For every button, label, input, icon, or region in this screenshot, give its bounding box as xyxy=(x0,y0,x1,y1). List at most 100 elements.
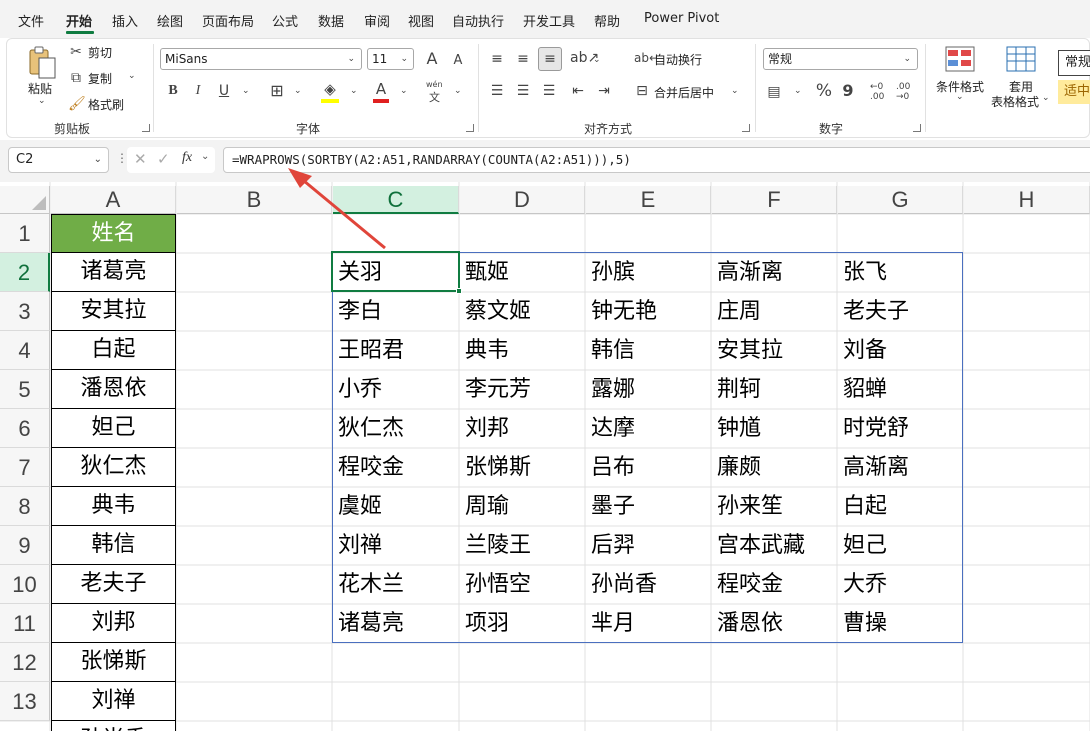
formula-input[interactable]: =WRAPROWS(SORTBY(A2:A51,RANDARRAY(COUNTA… xyxy=(223,147,1090,173)
align-top-icon[interactable]: ≡ xyxy=(488,50,506,68)
number-format-select[interactable]: 常规 ⌄ xyxy=(763,48,918,70)
align-middle-icon[interactable]: ≡ xyxy=(514,50,532,68)
row-header-6[interactable]: 6 xyxy=(0,409,50,448)
menu-tab-1[interactable]: 开始 xyxy=(66,11,92,30)
name-cell[interactable]: 潘恩依 xyxy=(51,370,176,409)
align-center-icon[interactable]: ☰ xyxy=(514,82,532,100)
row-header-5[interactable]: 5 xyxy=(0,370,50,409)
conditional-formatting-button[interactable]: 条件格式 ⌄ xyxy=(932,46,988,106)
spill-cell[interactable]: 貂蝉 xyxy=(837,370,963,409)
menu-tab-10[interactable]: 开发工具 xyxy=(523,11,575,30)
column-header-h[interactable]: H xyxy=(964,186,1090,214)
spill-cell[interactable]: 项羽 xyxy=(459,604,585,643)
row-header-10[interactable]: 10 xyxy=(0,565,50,604)
shrink-font-icon[interactable]: A xyxy=(450,52,466,70)
spill-cell[interactable]: 蔡文姬 xyxy=(459,292,585,331)
column-header-e[interactable]: E xyxy=(586,186,711,214)
row-header-4[interactable]: 4 xyxy=(0,331,50,370)
spill-cell[interactable]: 潘恩依 xyxy=(711,604,837,643)
phonetic-button[interactable]: wén 文 xyxy=(425,80,447,104)
spill-cell[interactable]: 墨子 xyxy=(585,487,711,526)
spill-cell[interactable]: 刘备 xyxy=(837,331,963,370)
spill-cell[interactable]: 孙来笙 xyxy=(711,487,837,526)
column-header-g[interactable]: G xyxy=(838,186,963,214)
spill-cell[interactable]: 典韦 xyxy=(459,331,585,370)
name-cell[interactable]: 韩信 xyxy=(51,526,176,565)
name-cell[interactable]: 狄仁杰 xyxy=(51,448,176,487)
format-as-table-button[interactable]: 套用 表格格式 ⌄ xyxy=(990,46,1052,109)
insert-function-icon[interactable]: fx xyxy=(182,150,192,166)
spill-cell[interactable]: 花木兰 xyxy=(332,565,459,604)
name-cell[interactable]: 刘邦 xyxy=(51,604,176,643)
spill-cell[interactable]: 高渐离 xyxy=(711,253,837,292)
spill-cell[interactable]: 周瑜 xyxy=(459,487,585,526)
column-header-b[interactable]: B xyxy=(177,186,332,214)
spill-cell[interactable]: 王昭君 xyxy=(332,331,459,370)
row-header-12[interactable]: 12 xyxy=(0,643,50,682)
column-header-c[interactable]: C xyxy=(333,186,459,214)
spill-cell[interactable]: 白起 xyxy=(837,487,963,526)
name-cell[interactable]: 典韦 xyxy=(51,487,176,526)
name-cell[interactable]: 诸葛亮 xyxy=(51,253,176,292)
row-header-1[interactable]: 1 xyxy=(0,214,50,253)
spill-cell[interactable]: 虞姬 xyxy=(332,487,459,526)
spill-cell[interactable]: 廉颇 xyxy=(711,448,837,487)
name-cell[interactable]: 老夫子 xyxy=(51,565,176,604)
name-cell[interactable]: 白起 xyxy=(51,331,176,370)
menu-tab-9[interactable]: 自动执行 xyxy=(452,11,504,30)
align-bottom-button[interactable]: ≡ xyxy=(538,47,562,71)
menu-tab-0[interactable]: 文件 xyxy=(18,11,44,30)
name-cell[interactable]: 刘禅 xyxy=(51,682,176,721)
align-left-icon[interactable]: ☰ xyxy=(488,82,506,100)
cut-button[interactable]: ✂ 剪切 xyxy=(68,43,128,61)
merge-center-button[interactable]: ⊟ 合并后居中 ⌄ xyxy=(634,82,744,102)
wrap-text-button[interactable]: ab↵ 自动换行 xyxy=(634,49,714,69)
column-header-d[interactable]: D xyxy=(460,186,585,214)
spill-cell[interactable]: 庄周 xyxy=(711,292,837,331)
spill-cell[interactable]: 兰陵王 xyxy=(459,526,585,565)
header-cell-name[interactable]: 姓名 xyxy=(51,214,176,253)
spill-cell[interactable]: 李元芳 xyxy=(459,370,585,409)
accounting-format-icon[interactable]: ▤ xyxy=(765,83,783,101)
grow-font-icon[interactable]: A xyxy=(423,50,441,68)
spill-cell[interactable]: 达摩 xyxy=(585,409,711,448)
font-size-select[interactable]: 11 ⌄ xyxy=(367,48,414,70)
borders-icon[interactable]: ⊞ xyxy=(268,82,286,100)
increase-decimal-button[interactable]: ←0 .00 xyxy=(870,82,890,104)
copy-button[interactable]: ⧉ 复制 ⌄ xyxy=(68,69,140,87)
spill-cell[interactable]: 刘邦 xyxy=(459,409,585,448)
spill-cell[interactable]: 大乔 xyxy=(837,565,963,604)
row-header-9[interactable]: 9 xyxy=(0,526,50,565)
menu-tab-11[interactable]: 帮助 xyxy=(594,11,620,30)
spill-cell[interactable]: 张飞 xyxy=(837,253,963,292)
spill-cell[interactable]: 后羿 xyxy=(585,526,711,565)
row-header-13[interactable]: 13 xyxy=(0,682,50,721)
cell-style-neutral[interactable]: 适中 xyxy=(1058,80,1090,104)
spill-cell[interactable]: 李白 xyxy=(332,292,459,331)
spill-cell[interactable]: 孙尚香 xyxy=(585,565,711,604)
spill-cell[interactable]: 孙悟空 xyxy=(459,565,585,604)
clipboard-dialog-launcher[interactable] xyxy=(142,124,150,132)
spill-cell[interactable]: 甄姬 xyxy=(459,253,585,292)
spill-cell[interactable]: 孙膑 xyxy=(585,253,711,292)
decrease-indent-icon[interactable]: ⇤ xyxy=(569,82,587,100)
fill-color-icon[interactable]: ◈ xyxy=(321,80,339,98)
underline-icon[interactable]: U xyxy=(216,82,232,100)
align-right-icon[interactable]: ☰ xyxy=(540,82,558,100)
spill-cell[interactable]: 吕布 xyxy=(585,448,711,487)
column-header-f[interactable]: F xyxy=(712,186,837,214)
paste-button[interactable]: 粘贴 ⌄ xyxy=(22,44,62,106)
spill-cell[interactable]: 韩信 xyxy=(585,331,711,370)
decrease-decimal-button[interactable]: .00 →0 xyxy=(896,82,916,104)
bold-icon[interactable]: B xyxy=(165,82,181,100)
name-cell[interactable]: 妲己 xyxy=(51,409,176,448)
select-all-corner[interactable] xyxy=(0,186,50,214)
spill-cell[interactable]: 荆轲 xyxy=(711,370,837,409)
name-cell[interactable]: 孙尚香 xyxy=(51,721,176,731)
increase-indent-icon[interactable]: ⇥ xyxy=(595,82,613,100)
spill-cell[interactable]: 时党舒 xyxy=(837,409,963,448)
spill-cell[interactable]: 曹操 xyxy=(837,604,963,643)
enter-icon[interactable]: ✓ xyxy=(157,150,170,168)
row-header-8[interactable]: 8 xyxy=(0,487,50,526)
column-header-a[interactable]: A xyxy=(51,186,176,214)
